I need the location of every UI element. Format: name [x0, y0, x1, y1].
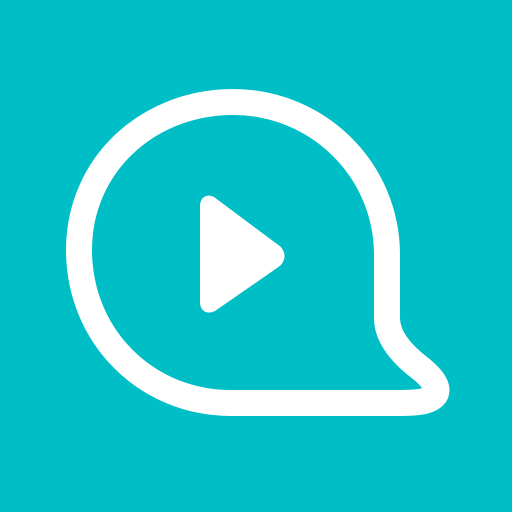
- app-icon[interactable]: [0, 0, 512, 512]
- chat-bubble-play-icon: [0, 0, 512, 512]
